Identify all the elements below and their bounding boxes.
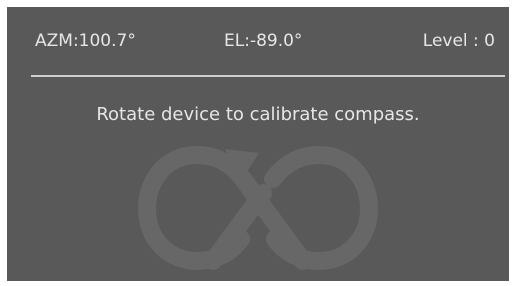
infinity-rotate-icon	[138, 146, 378, 270]
calibration-instruction: Rotate device to calibrate compass.	[96, 104, 420, 125]
elevation-readout: EL:-89.0°	[224, 31, 303, 51]
status-bar: AZM:100.7° EL:-89.0° Level : 0	[7, 31, 509, 57]
azimuth-readout: AZM:100.7°	[35, 31, 136, 51]
level-readout: Level : 0	[422, 31, 495, 51]
compass-calibration-screen: AZM:100.7° EL:-89.0° Level : 0 Rotate de…	[7, 7, 509, 281]
divider	[31, 75, 505, 77]
